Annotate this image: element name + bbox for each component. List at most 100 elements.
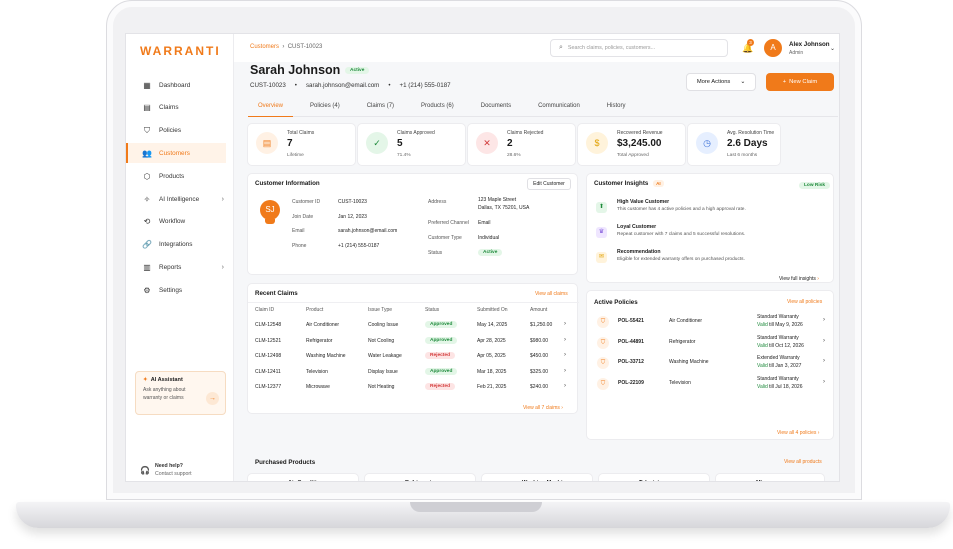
field-value[interactable]: sarah.johnson@email.com [338,228,397,235]
tab-overview[interactable]: Overview [248,101,294,117]
document-icon: ▤ [256,132,278,154]
status-badge: Active [345,67,370,74]
bell-icon[interactable]: 🔔 3 [742,39,754,54]
customer-info-title: Customer Information [255,180,320,187]
laptop-notch [410,502,542,512]
tab-history[interactable]: History [597,101,636,117]
product-card[interactable]: TelevisionModel: TV-UHD-55Serial: TV5544… [598,473,710,481]
chevron-right-icon[interactable]: › [564,321,566,327]
main-content: Sarah Johnson Active CUST-10023 • sarah.… [234,62,839,481]
policy-valid-label: Valid [757,322,768,328]
more-actions-button[interactable]: More Actions ⌄ [686,73,756,91]
chevron-right-icon: › [221,195,224,203]
status-badge: Rejected [425,352,455,360]
sidebar-item-workflow[interactable]: ⟲ Workflow [126,212,226,232]
status-badge: Approved [425,321,458,328]
search-input[interactable]: ⌕ Search claims, policies, customers... [550,39,728,57]
chevron-down-icon[interactable]: ⌄ [830,45,835,52]
claim-amount: $980.00 [530,337,549,344]
separator-dot: • [294,82,297,89]
claim-issue: Cooling Issue [368,322,399,328]
view-all-4-policies-link[interactable]: View all 4 policies › [777,430,819,436]
claim-date: May 14, 2025 [477,322,508,328]
stat-label: Claims Approved [397,130,435,136]
policy-id[interactable]: POL-55421 [618,318,644,324]
customer-insights-title: Customer Insights AI [594,180,664,187]
view-all-4-policies-label: View all 4 policies [777,430,817,436]
edit-customer-button[interactable]: Edit Customer [527,178,571,190]
product-card[interactable]: Washing MachineModel: WM-8.5KGSerial: WM… [481,473,593,481]
policy-type: Standard Warranty [757,334,799,341]
product-card[interactable]: RefrigeratorModel: RF-560Serial: RF22345… [364,473,476,481]
policy-valid-till: till Jan 3, 2027 [769,363,802,369]
policy-type: Standard Warranty [757,314,799,320]
field-label: Join Date [292,213,314,220]
chevron-right-icon[interactable]: › [823,317,825,323]
verified-badge-icon [265,219,275,224]
chevron-right-icon[interactable]: › [564,337,566,343]
product-card[interactable]: MicrowaveModel: MW-25LSerial: MW25L7782P… [715,473,825,481]
box-icon: ⬡ [143,171,151,181]
gear-icon: ⚙ [143,285,151,295]
stat-label: Total Claims [287,130,315,136]
app-logo[interactable]: WARRANTI [140,44,221,58]
help-link[interactable]: 🎧 Need help? Contact support [140,463,192,477]
chevron-right-icon[interactable]: › [564,368,566,374]
ai-tag: AI [653,180,664,187]
insight-title: Loyal Customer [617,224,657,230]
customer-email[interactable]: sarah.johnson@email.com [306,82,379,89]
avatar[interactable]: A [764,39,782,57]
field-label-status: Status [428,250,443,256]
policy-product: Washing Machine [669,359,709,365]
chevron-right-icon[interactable]: › [564,383,566,389]
sidebar-item-settings[interactable]: ⚙ Settings [126,280,226,300]
sidebar-item-customers[interactable]: 👥 Customers [126,143,226,164]
sidebar-item-ai-intelligence[interactable]: ✧ AI Intelligence › [126,189,226,209]
view-all-claims-link[interactable]: View all claims [535,291,568,297]
tab-communication[interactable]: Communication [528,101,590,117]
insight-desc: This customer has 4 active policies and … [617,207,746,212]
claim-product: Television [306,368,328,375]
arrow-right-icon[interactable]: → [206,392,219,405]
policy-id[interactable]: POL-22109 [618,380,644,386]
ai-assistant-card[interactable]: ✦ AI Assistant Ask anything about warrant… [135,371,226,415]
column-header: Submitted On [477,307,508,313]
customer-info-card: Customer Information Edit Customer SJ Cu… [247,173,578,275]
chevron-right-icon[interactable]: › [823,358,825,364]
chevron-right-icon[interactable]: › [564,352,566,358]
topbar: Customers › CUST-10023 ⌕ Search claims, … [234,34,839,62]
user-name[interactable]: Alex Johnson [789,41,830,48]
view-all-policies-link[interactable]: View all policies [787,299,822,305]
policy-validity: Valid till Jul 18, 2026 [757,384,803,390]
claim-issue: Water Leakage [368,353,402,360]
sidebar-item-integrations[interactable]: 🔗 Integrations [126,235,226,255]
status-badge: Approved [425,367,458,375]
view-full-insights-link[interactable]: View full insights › [779,276,819,282]
sidebar-item-reports[interactable]: ▥ Reports › [126,257,226,277]
recent-claims-card: Recent Claims View all claims Claim ID Pr… [247,283,579,414]
breadcrumb-customers[interactable]: Customers [250,44,279,50]
tab-documents[interactable]: Documents [471,101,521,117]
product-card[interactable]: Air ConditionerModel: AC-INV-2023Serial:… [247,473,359,481]
view-all-products-link[interactable]: View all products [784,459,822,465]
chevron-right-icon[interactable]: › [823,338,825,344]
policy-product: Air Conditioner [669,318,703,324]
field-label: Email [292,228,305,234]
stat-value: 5 [397,138,403,149]
new-claim-button[interactable]: + New Claim [766,73,834,91]
policy-id[interactable]: POL-44891 [618,339,644,345]
view-all-7-claims-link[interactable]: View all 7 claims › [523,405,563,411]
sidebar-item-claims[interactable]: ▤ Claims [126,98,226,118]
sidebar-item-dashboard[interactable]: ▦ Dashboard [126,75,226,95]
tab-policies[interactable]: Policies (4) [300,101,350,117]
field-value[interactable]: +1 (214) 555-0187 [338,243,379,250]
tab-claims[interactable]: Claims (7) [357,101,404,117]
customer-phone[interactable]: +1 (214) 555-0187 [399,82,450,89]
sidebar-item-products[interactable]: ⬡ Products [126,166,226,186]
sidebar-item-label: Claims [159,104,179,112]
sidebar-item-policies[interactable]: ⛉ Policies [126,121,226,141]
tab-products[interactable]: Products (6) [411,101,464,117]
policy-id[interactable]: POL-33712 [618,359,644,365]
chevron-right-icon[interactable]: › [823,379,825,385]
stat-sub: Last 6 months [727,153,758,158]
